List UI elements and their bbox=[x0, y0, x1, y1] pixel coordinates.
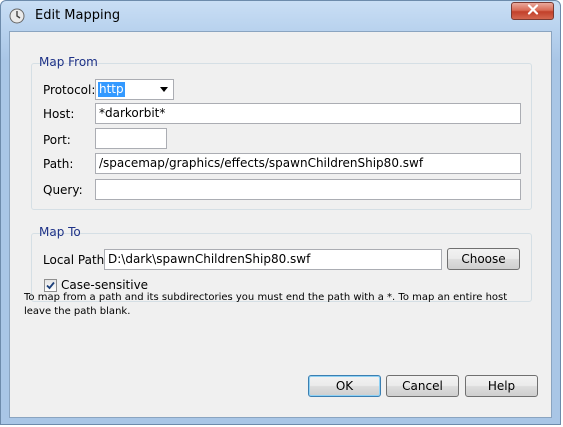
local-path-label: Local Path: bbox=[43, 253, 109, 267]
help-button[interactable]: Help bbox=[465, 375, 538, 397]
path-label: Path: bbox=[43, 157, 74, 171]
ok-button[interactable]: OK bbox=[308, 375, 381, 397]
help-note: To map from a path and its subdirectorie… bbox=[24, 292, 508, 317]
path-input[interactable]: /spacemap/graphics/effects/spawnChildren… bbox=[95, 153, 521, 174]
checkmark-icon bbox=[46, 281, 55, 290]
close-icon bbox=[527, 4, 539, 18]
port-label: Port: bbox=[43, 133, 71, 147]
case-sensitive-label[interactable]: Case-sensitive bbox=[61, 278, 148, 292]
query-input[interactable] bbox=[95, 179, 521, 200]
local-path-input[interactable]: D:\dark\spawnChildrenShip80.swf bbox=[104, 249, 442, 270]
map-to-title: Map To bbox=[39, 225, 81, 239]
protocol-select[interactable]: http bbox=[95, 79, 174, 100]
protocol-label: Protocol: bbox=[43, 83, 96, 97]
close-button[interactable] bbox=[511, 2, 554, 20]
title-bar[interactable]: Edit Mapping bbox=[1, 1, 560, 31]
map-from-title: Map From bbox=[39, 55, 98, 69]
app-icon bbox=[9, 8, 25, 24]
window-title: Edit Mapping bbox=[35, 8, 121, 23]
query-label: Query: bbox=[43, 183, 83, 197]
cancel-button[interactable]: Cancel bbox=[386, 375, 459, 397]
protocol-selected-value: http bbox=[98, 82, 125, 97]
port-input[interactable] bbox=[95, 128, 167, 149]
host-input[interactable]: *darkorbit* bbox=[95, 103, 521, 124]
dialog-window: Edit Mapping Map From Protocol: http Hos… bbox=[0, 0, 561, 425]
choose-button[interactable]: Choose bbox=[447, 248, 520, 270]
chevron-down-icon[interactable] bbox=[160, 87, 168, 92]
host-label: Host: bbox=[43, 107, 75, 121]
dialog-body: Map From Protocol: http Host: *darkorbit… bbox=[9, 31, 552, 418]
